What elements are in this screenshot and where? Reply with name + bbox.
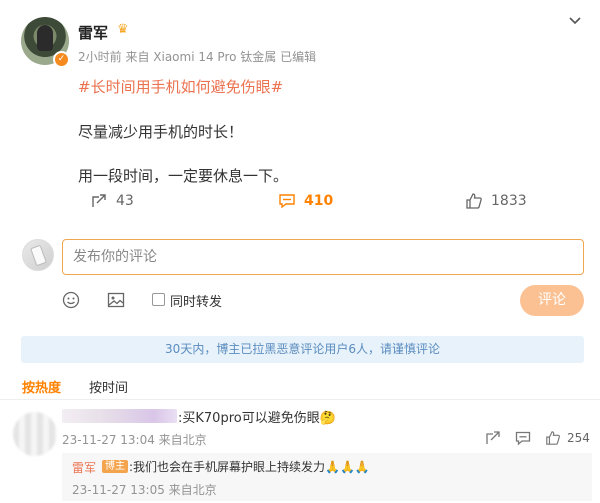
- repost-icon: [92, 194, 106, 207]
- tab-sort-hot[interactable]: 按热度: [22, 377, 61, 396]
- repost-button[interactable]: 43: [90, 192, 134, 210]
- comment-count: 410: [304, 193, 334, 209]
- author-name[interactable]: 雷军: [78, 22, 108, 43]
- comment-button[interactable]: 410: [278, 192, 333, 210]
- author-badge: 博主: [102, 460, 128, 473]
- comment-time: 23-11-27 13:04 来自北京: [62, 433, 207, 447]
- post-text-line: 尽量减少用手机的时长！: [78, 123, 244, 141]
- chevron-down-icon[interactable]: [568, 14, 582, 28]
- share-icon[interactable]: [485, 430, 501, 446]
- submit-comment-button[interactable]: 评论: [520, 285, 584, 316]
- comment-text: :买K70pro可以避免伤眼🤔: [178, 411, 336, 426]
- like-count: 1833: [491, 193, 527, 209]
- comment-like-button[interactable]: 254: [545, 430, 590, 446]
- image-icon[interactable]: [107, 291, 125, 309]
- reply-time: 23-11-27 13:05 来自北京: [72, 483, 217, 497]
- divider: [0, 399, 600, 400]
- thumbs-up-icon: [466, 193, 482, 209]
- repost-checkbox-label: 同时转发: [170, 295, 223, 310]
- reply-icon[interactable]: [515, 430, 531, 446]
- comment-notice-banner: 30天内，博主已拉黑恶意评论用户6人，请谨慎评论: [21, 336, 584, 363]
- post-meta: 2小时前 来自 Xiaomi 14 Pro 钛金属 已编辑: [78, 50, 317, 64]
- my-avatar: [22, 239, 54, 271]
- emoji-icon[interactable]: [62, 291, 80, 309]
- post-text-line: 用一段时间，一定要休息一下。: [78, 167, 289, 185]
- thumbs-up-icon: [546, 431, 560, 445]
- commenter-name-redacted: [62, 409, 177, 423]
- verified-v-icon: ✓: [53, 51, 70, 68]
- device-image: [30, 244, 47, 267]
- repost-checkbox[interactable]: [152, 293, 165, 306]
- comment-icon: [279, 194, 295, 209]
- reply-author[interactable]: 雷军: [72, 459, 96, 476]
- tab-sort-time[interactable]: 按时间: [89, 377, 128, 396]
- crown-icon: ♛: [117, 22, 129, 37]
- commenter-avatar[interactable]: [13, 412, 57, 456]
- comment-like-count: 254: [567, 431, 590, 445]
- reply-text: :我们也会在手机屏幕护眼上持续发力🙏🙏🙏: [129, 460, 370, 474]
- comment-input[interactable]: 发布你的评论: [62, 239, 584, 275]
- repost-count: 43: [116, 193, 134, 209]
- like-button[interactable]: 1833: [465, 192, 527, 210]
- hashtag-link[interactable]: #长时间用手机如何避免伤眼#: [78, 76, 283, 97]
- avatar-figure: [37, 25, 53, 51]
